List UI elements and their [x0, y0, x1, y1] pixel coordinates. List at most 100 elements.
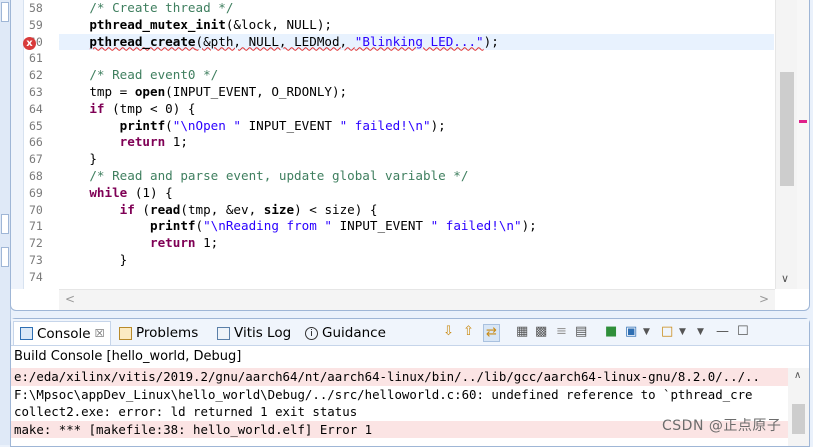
pin-console-icon[interactable]: ▤	[575, 324, 587, 340]
line-number: 72	[29, 236, 43, 251]
code-line[interactable]: /* Read event0 */	[59, 67, 774, 84]
line-number: 73	[29, 253, 43, 267]
code-editor[interactable]: x /* Create thread */ pthread_mutex_init…	[10, 0, 810, 311]
code-token: if	[119, 201, 135, 217]
display-console-icon[interactable]: ▣	[625, 324, 637, 340]
code-token: " failed!\n"	[430, 218, 522, 234]
tab-guidance[interactable]: i Guidance	[305, 323, 386, 343]
code-token: /* Read event0 */	[89, 67, 219, 83]
code-token: ) < size) {	[294, 201, 378, 217]
maximize-icon[interactable]: ☐	[737, 324, 749, 340]
code-token: );	[521, 218, 537, 234]
scroll-down-arrow-icon[interactable]: ∨	[781, 272, 789, 285]
line-number: 64	[29, 101, 43, 116]
code-line[interactable]: printf("\nOpen " INPUT_EVENT " failed!\n…	[59, 118, 774, 135]
line-number: 69	[29, 185, 43, 200]
line-number: 59	[29, 17, 43, 32]
tab-label: Console	[37, 325, 91, 342]
watermark: CSDN @正点原子	[662, 418, 782, 434]
code-line[interactable]	[59, 50, 774, 67]
console-icon	[20, 327, 33, 340]
scrollbar-thumb[interactable]	[780, 72, 794, 186]
scroll-lock-down-icon[interactable]: ⇩	[443, 324, 454, 340]
code-token: }	[59, 151, 97, 167]
code-token: " failed!\n"	[339, 117, 431, 133]
code-line[interactable]: if (read(tmp, &ev, size) < size) {	[59, 202, 774, 219]
code-line[interactable]	[59, 269, 774, 286]
code-token: (tmp, &ev,	[180, 201, 264, 217]
chevron-down-icon[interactable]: ▼	[643, 324, 650, 340]
editor-horizontal-scrollbar[interactable]: < >	[59, 289, 775, 310]
code-line[interactable]: tmp = open(INPUT_EVENT, O_RDONLY);	[59, 84, 774, 101]
console-vertical-scrollbar[interactable]: ∧	[788, 368, 809, 446]
tab-label: Problems	[136, 325, 199, 341]
code-line[interactable]: }	[59, 252, 774, 269]
code-line[interactable]: return 1;	[59, 235, 774, 252]
info-icon: i	[305, 326, 318, 340]
code-token: while	[89, 184, 128, 200]
code-line[interactable]: pthread_create(&pth, NULL, LEDMod, "Blin…	[59, 33, 774, 51]
code-line[interactable]: printf("\nReading from " INPUT_EVENT " f…	[59, 218, 774, 235]
scroll-lock-up-icon[interactable]: ⇧	[463, 324, 474, 340]
open-console-icon[interactable]: □	[661, 324, 673, 340]
code-token: "\nOpen "	[172, 117, 242, 133]
code-token: }	[59, 252, 128, 267]
code-line[interactable]: /* Read and parse event, update global v…	[59, 168, 774, 185]
line-number: 61	[29, 51, 43, 66]
code-line[interactable]: pthread_mutex_init(&lock, NULL);	[59, 17, 774, 34]
line-number: 66	[29, 135, 43, 150]
chevron-down-icon[interactable]: ▼	[679, 324, 686, 340]
code-token: (	[165, 117, 173, 133]
code-token: 1;	[165, 134, 188, 150]
code-token: (INPUT_EVENT, O_RDONLY);	[165, 84, 348, 99]
code-token: pthread_create	[89, 33, 196, 49]
link-with-editor-icon[interactable]: ⇄	[483, 324, 500, 342]
code-area[interactable]: /* Create thread */ pthread_mutex_init(&…	[59, 0, 774, 289]
error-overview-marker[interactable]	[799, 120, 807, 123]
left-view-marker[interactable]	[1, 2, 9, 22]
error-icon[interactable]: x	[23, 37, 36, 50]
close-icon[interactable]: ☒	[95, 324, 105, 344]
clear-console-icon[interactable]: ▦	[516, 324, 528, 340]
editor-vertical-scrollbar[interactable]: ∨	[775, 0, 798, 289]
code-token: return	[119, 134, 166, 150]
code-line[interactable]: if (tmp < 0) {	[59, 101, 774, 118]
code-token: size	[263, 201, 295, 217]
line-number: 71	[29, 219, 43, 234]
scroll-left-arrow-icon[interactable]: <	[65, 292, 75, 306]
line-number: 70	[29, 202, 43, 217]
tab-label: Guidance	[322, 325, 386, 341]
left-view-marker[interactable]	[1, 247, 9, 267]
scroll-up-arrow-icon[interactable]: ∧	[794, 370, 801, 381]
code-line[interactable]: /* Create thread */	[59, 0, 774, 17]
tab-problems[interactable]: Problems	[119, 323, 198, 343]
tab-vitis-log[interactable]: Vitis Log	[217, 323, 291, 343]
overview-ruler	[797, 0, 809, 289]
code-token: (	[134, 201, 151, 217]
console-line[interactable]: e:/eda/xilinx/vitis/2019.2/gnu/aarch64/n…	[11, 368, 788, 386]
minimize-icon[interactable]: —	[716, 324, 729, 340]
copy-console-icon[interactable]: ▩	[535, 324, 547, 340]
new-console-icon[interactable]: ■	[605, 324, 617, 340]
code-token: 1;	[195, 235, 219, 251]
code-line[interactable]: return 1;	[59, 134, 774, 151]
code-token: );	[483, 33, 499, 49]
code-token: (1) {	[127, 184, 173, 200]
line-number: 74	[29, 269, 43, 284]
log-icon	[217, 326, 230, 340]
tab-console[interactable]: Console ☒	[13, 321, 112, 345]
console-line[interactable]: F:\Mpsoc\appDev_Linux\hello_world\Debug/…	[11, 386, 788, 404]
word-wrap-icon[interactable]: ≡	[556, 324, 567, 340]
scrollbar-thumb[interactable]	[792, 404, 805, 434]
code-token: if	[89, 100, 105, 116]
left-view-marker[interactable]	[1, 214, 9, 234]
code-line[interactable]: }	[59, 151, 774, 168]
scroll-right-arrow-icon[interactable]: >	[759, 292, 769, 306]
view-menu-icon[interactable]: ▼	[697, 324, 704, 340]
code-line[interactable]: while (1) {	[59, 185, 774, 202]
